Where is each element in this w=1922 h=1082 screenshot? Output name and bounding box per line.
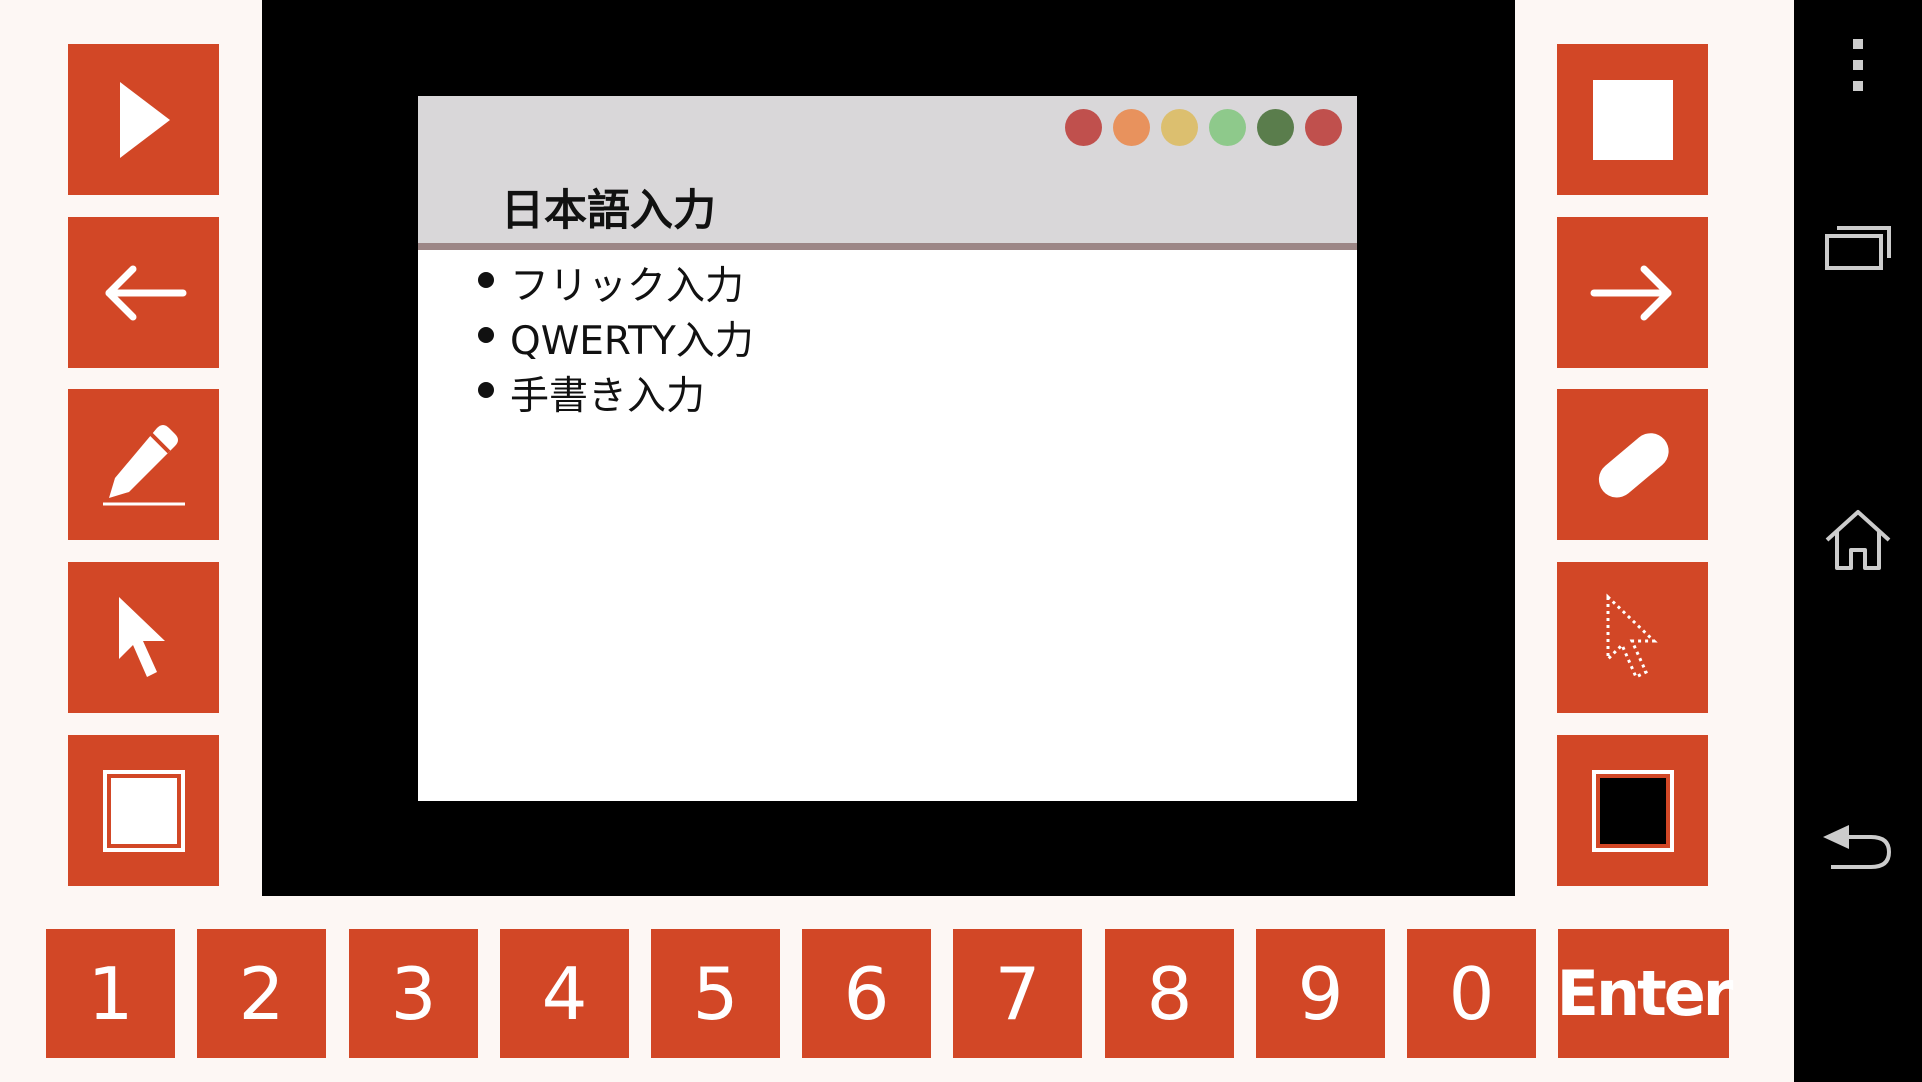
back-button[interactable]	[1794, 790, 1922, 900]
bullet-text: フリック入力	[510, 264, 745, 309]
key-0[interactable]: 0	[1407, 929, 1536, 1058]
stop-icon	[1592, 79, 1673, 160]
list-item: 手書き入力	[478, 372, 754, 427]
arrow-right-icon	[1590, 265, 1671, 320]
black-square-icon	[1591, 769, 1674, 852]
decorative-dot	[1305, 109, 1342, 146]
pen-tool-button[interactable]	[68, 389, 219, 540]
list-item: フリック入力	[478, 262, 754, 317]
overflow-menu-icon	[1853, 39, 1863, 91]
recent-apps-button[interactable]	[1794, 192, 1922, 302]
play-button[interactable]	[68, 44, 219, 195]
previous-slide-button[interactable]	[68, 217, 219, 368]
slide-bullet-list: フリック入力 QWERTY入力 手書き入力	[478, 262, 754, 427]
bullet-icon	[478, 382, 494, 398]
cursor-arrow-icon	[118, 596, 165, 677]
enter-key[interactable]: Enter	[1557, 929, 1733, 1058]
slide-title: 日本語入力	[501, 186, 716, 236]
slide: 日本語入力 フリック入力 QWERTY入力 手書き入力	[418, 96, 1357, 801]
stop-button[interactable]	[1557, 44, 1708, 195]
key-3[interactable]: 3	[349, 929, 478, 1058]
key-2[interactable]: 2	[197, 929, 326, 1058]
system-navigation-bar	[1794, 0, 1922, 1082]
key-6[interactable]: 6	[802, 929, 931, 1058]
play-icon	[119, 81, 170, 158]
back-icon	[1823, 825, 1892, 869]
slide-preview-area: 日本語入力 フリック入力 QWERTY入力 手書き入力	[262, 0, 1515, 896]
black-screen-button[interactable]	[1557, 735, 1708, 886]
bullet-text: QWERTY入力	[510, 319, 754, 364]
decorative-dot	[1113, 109, 1150, 146]
decorative-dot	[1065, 109, 1102, 146]
slide-divider	[418, 243, 1357, 250]
key-4[interactable]: 4	[500, 929, 629, 1058]
bullet-icon	[478, 272, 494, 288]
key-5[interactable]: 5	[651, 929, 780, 1058]
decorative-dot	[1257, 109, 1294, 146]
decorative-dots	[1065, 109, 1342, 146]
pen-icon	[102, 424, 185, 505]
key-7[interactable]: 7	[953, 929, 1082, 1058]
key-1[interactable]: 1	[46, 929, 175, 1058]
decorative-dot	[1161, 109, 1198, 146]
overflow-menu-button[interactable]	[1794, 10, 1922, 120]
eraser-icon	[1598, 432, 1669, 497]
bullet-icon	[478, 327, 494, 343]
white-square-icon	[102, 769, 185, 852]
eraser-tool-button[interactable]	[1557, 389, 1708, 540]
list-item: QWERTY入力	[478, 317, 754, 372]
presenter-remote-app: 日本語入力 フリック入力 QWERTY入力 手書き入力 1 2 3 4 5 6 …	[0, 0, 1794, 1082]
home-button[interactable]	[1794, 485, 1922, 595]
bullet-text: 手書き入力	[510, 374, 706, 419]
decorative-dot	[1209, 109, 1246, 146]
key-9[interactable]: 9	[1256, 929, 1385, 1058]
key-8[interactable]: 8	[1105, 929, 1234, 1058]
arrow-left-icon	[105, 265, 186, 320]
slide-header: 日本語入力	[418, 96, 1357, 243]
white-screen-button[interactable]	[68, 735, 219, 886]
laser-pointer-button[interactable]	[1557, 562, 1708, 713]
pointer-tool-button[interactable]	[68, 562, 219, 713]
next-slide-button[interactable]	[1557, 217, 1708, 368]
home-icon	[1825, 510, 1891, 570]
recent-apps-icon	[1825, 226, 1891, 270]
dotted-cursor-icon	[1606, 592, 1658, 679]
